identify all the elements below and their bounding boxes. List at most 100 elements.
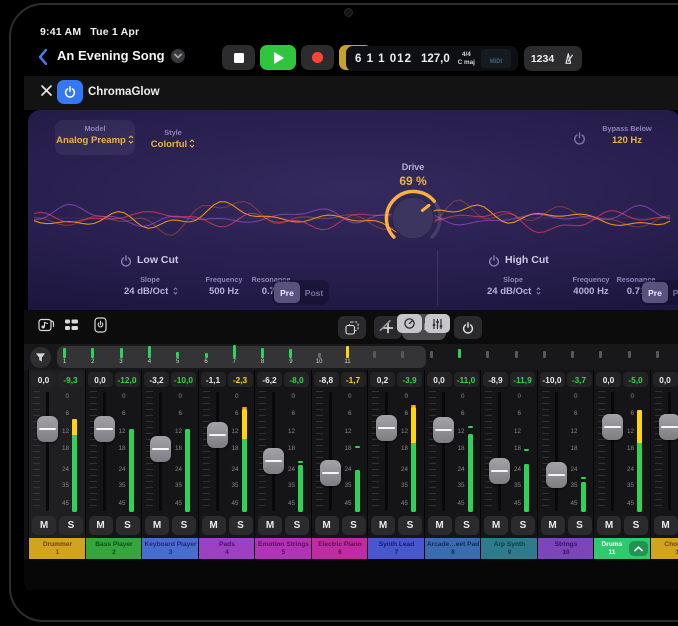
fader-value[interactable]: -3,2: [144, 372, 169, 387]
peak-value[interactable]: -5,0: [623, 372, 648, 387]
volume-fader-handle[interactable]: [263, 448, 284, 474]
post-button[interactable]: Post: [669, 282, 678, 303]
peak-value[interactable]: -2,3: [228, 372, 253, 387]
pre-button[interactable]: Pre: [274, 282, 300, 303]
fader-value[interactable]: -8,8: [314, 372, 339, 387]
high-cut-slope[interactable]: Slope 24 dB/Oct: [487, 275, 539, 297]
track-name-band[interactable]: Bass Player2: [86, 538, 143, 559]
mute-button[interactable]: M: [145, 516, 169, 535]
style-selector[interactable]: Style Colorful: [140, 120, 206, 155]
post-button[interactable]: Post: [301, 282, 327, 303]
volume-fader-handle[interactable]: [376, 415, 397, 441]
mute-button[interactable]: M: [597, 516, 621, 535]
fader-value[interactable]: 0,0: [427, 372, 452, 387]
track-name-band[interactable]: Electric Piano6: [312, 538, 369, 559]
song-title-menu[interactable]: An Evening Song: [57, 48, 185, 63]
fader-value[interactable]: 0,0: [596, 372, 621, 387]
mixer-power-button[interactable]: [454, 316, 482, 339]
mute-button[interactable]: M: [541, 516, 565, 535]
solo-button[interactable]: S: [398, 516, 422, 535]
track-name-band[interactable]: Chorus V12: [651, 538, 678, 559]
play-button[interactable]: [260, 45, 296, 70]
expand-track-button[interactable]: [629, 541, 648, 556]
stop-button[interactable]: [222, 45, 255, 70]
volume-fader-handle[interactable]: [602, 414, 623, 440]
mute-button[interactable]: M: [202, 516, 226, 535]
track-name-band[interactable]: Strings10: [538, 538, 595, 559]
peak-value[interactable]: -11,9: [510, 372, 535, 387]
peak-value[interactable]: -9,3: [58, 372, 83, 387]
dropdown-chevron-icon[interactable]: [171, 49, 185, 63]
solo-button[interactable]: S: [59, 516, 83, 535]
volume-fader-handle[interactable]: [433, 417, 454, 443]
filter-button[interactable]: [30, 347, 51, 368]
low-cut-slope[interactable]: Slope 24 dB/Oct: [124, 275, 176, 297]
volume-fader-handle[interactable]: [320, 460, 341, 486]
solo-button[interactable]: S: [116, 516, 140, 535]
solo-button[interactable]: S: [342, 516, 366, 535]
bypass-power-icon[interactable]: [573, 132, 586, 145]
pre-button[interactable]: Pre: [642, 282, 668, 303]
peak-value[interactable]: -1,7: [341, 372, 366, 387]
loops-browser-icon[interactable]: [38, 317, 55, 333]
fader-value[interactable]: 0,0: [88, 372, 113, 387]
drive-knob[interactable]: [383, 188, 443, 248]
fader-value[interactable]: 0,2: [370, 372, 395, 387]
close-icon[interactable]: [40, 84, 53, 97]
peak-value[interactable]: -12,0: [115, 372, 140, 387]
track-name-band[interactable]: Pads4: [199, 538, 256, 559]
volume-fader-handle[interactable]: [659, 414, 678, 440]
mute-button[interactable]: M: [32, 516, 56, 535]
mute-button[interactable]: M: [258, 516, 282, 535]
volume-fader-handle[interactable]: [150, 436, 171, 462]
solo-button[interactable]: S: [455, 516, 479, 535]
pencil-icon[interactable]: [378, 319, 392, 332]
volume-fader-handle[interactable]: [546, 462, 567, 488]
low-cut-power-icon[interactable]: [120, 255, 132, 267]
level-control[interactable]: Level 0.0: [662, 124, 678, 146]
volume-fader-handle[interactable]: [489, 458, 510, 484]
plugin-box-icon[interactable]: [94, 317, 107, 333]
solo-button[interactable]: S: [172, 516, 196, 535]
volume-fader-handle[interactable]: [94, 416, 115, 442]
mute-button[interactable]: M: [315, 516, 339, 535]
mute-button[interactable]: M: [484, 516, 508, 535]
fader-value[interactable]: -8,9: [483, 372, 508, 387]
peak-value[interactable]: -11,0: [454, 372, 479, 387]
count-in-button[interactable]: 1234: [531, 53, 554, 65]
peak-value[interactable]: -8,0: [284, 372, 309, 387]
fader-value[interactable]: -1,1: [201, 372, 226, 387]
fader-value[interactable]: 0,0: [31, 372, 56, 387]
volume-fader-handle[interactable]: [207, 422, 228, 448]
model-selector[interactable]: Model Analog Preamp: [55, 120, 135, 155]
low-cut-frequency[interactable]: Frequency 500 Hz: [198, 275, 250, 297]
metronome-icon[interactable]: [562, 52, 575, 65]
fader-value[interactable]: -6,2: [257, 372, 282, 387]
mute-button[interactable]: M: [89, 516, 113, 535]
track-name-band[interactable]: Emotion Strings5: [255, 538, 312, 559]
navigator-thumb[interactable]: [57, 346, 426, 368]
peak-value[interactable]: -3,9: [397, 372, 422, 387]
duplicate-button[interactable]: [338, 316, 366, 339]
track-name-band[interactable]: Drums11: [594, 538, 651, 559]
tracks-icon[interactable]: [64, 317, 79, 333]
mixer-view-button[interactable]: [425, 314, 450, 333]
solo-button[interactable]: S: [568, 516, 592, 535]
lcd-display[interactable]: 6 1 1 012 127,0 4/4 C maj MIDI: [346, 46, 518, 71]
back-chevron-icon[interactable]: [37, 48, 49, 66]
mute-button[interactable]: M: [371, 516, 395, 535]
solo-button[interactable]: S: [229, 516, 253, 535]
high-cut-power-icon[interactable]: [488, 255, 500, 267]
mute-button[interactable]: M: [654, 516, 678, 535]
volume-fader-handle[interactable]: [37, 416, 58, 442]
solo-button[interactable]: S: [285, 516, 309, 535]
record-button[interactable]: [301, 45, 334, 70]
track-name-band[interactable]: Drummer1: [29, 538, 86, 559]
controls-view-button[interactable]: [397, 314, 422, 333]
solo-button[interactable]: S: [624, 516, 648, 535]
plugin-power-button[interactable]: [57, 80, 83, 104]
track-name-band[interactable]: Arcade…eet Pad8: [425, 538, 482, 559]
fader-value[interactable]: 0,0: [653, 372, 678, 387]
solo-button[interactable]: S: [511, 516, 535, 535]
fader-value[interactable]: -10,0: [540, 372, 565, 387]
